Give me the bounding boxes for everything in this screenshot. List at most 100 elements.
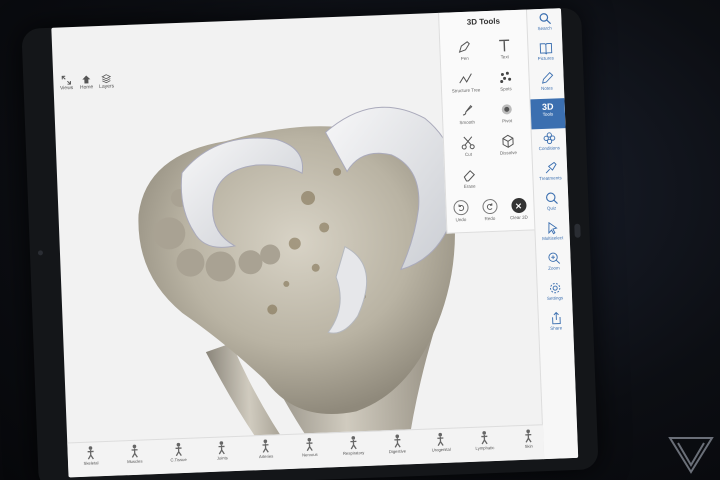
pen-icon xyxy=(458,41,470,53)
system-arteries-button[interactable]: Arteries xyxy=(250,438,281,469)
home-button xyxy=(574,223,581,238)
sidebar-label-share: Share xyxy=(550,325,563,331)
sidebar-label-pictures: Pictures xyxy=(537,55,555,62)
smooth-tool[interactable]: Smooth xyxy=(448,103,487,134)
system-label: Muscles xyxy=(127,458,143,465)
system-label: C.Tissue xyxy=(170,456,187,463)
3d-icon: 3D xyxy=(541,101,554,112)
erase-tool[interactable]: Erase xyxy=(450,167,489,198)
tools-panel-title: 3D Tools xyxy=(466,16,501,27)
layers-icon xyxy=(101,74,112,84)
camera-dot xyxy=(37,250,44,256)
redo-button[interactable]: Redo xyxy=(474,198,505,230)
sidebar-item-conditions[interactable]: Conditions xyxy=(532,128,567,159)
system-label: Urogenital xyxy=(431,446,451,453)
skin-icon xyxy=(525,429,532,443)
system-label: Lymphatic xyxy=(475,445,495,451)
system-urogenital-button[interactable]: Urogenital xyxy=(426,432,457,463)
system-label: Joints xyxy=(216,455,228,461)
photo-background: Views Home Layers 3D Tools Pen Text Stru… xyxy=(0,0,720,480)
undo-label: Undo xyxy=(455,216,467,223)
connective-icon xyxy=(175,442,182,457)
spots-tool[interactable]: Spots xyxy=(486,70,525,101)
system-label: Skeletal xyxy=(83,460,99,466)
undo-button[interactable]: Undo xyxy=(445,199,476,231)
pivot-tool[interactable]: Pivot xyxy=(488,102,527,133)
resize-icon xyxy=(61,75,72,85)
text-tool[interactable]: Text xyxy=(485,38,524,69)
home-label: Home xyxy=(79,84,94,91)
home-view-button[interactable]: Home xyxy=(79,74,94,95)
app-screen: Views Home Layers 3D Tools Pen Text Stru… xyxy=(51,8,579,478)
system-c-tissue-button[interactable]: C.Tissue xyxy=(163,442,194,473)
pen-tool[interactable]: Pen xyxy=(445,39,484,70)
clear-3d-button[interactable]: Clear 3D xyxy=(503,197,534,228)
system-label: Arteries xyxy=(258,453,274,460)
right-sidebar: Search Pictures Notes 3D Tools Condition… xyxy=(525,8,579,460)
views-label: Views xyxy=(59,84,74,92)
system-lymphatic-button[interactable]: Lymphatic xyxy=(469,430,500,461)
sidebar-item-pictures[interactable]: Pictures xyxy=(528,38,563,69)
tools-panel: 3D Tools Pen Text Structure Tree Spots S… xyxy=(438,9,536,234)
sidebar-label-quiz: Quiz xyxy=(546,205,557,211)
dissolve-label: Dissolve xyxy=(499,149,518,156)
cut-tool[interactable]: Cut xyxy=(449,135,488,166)
pivot-label: Pivot xyxy=(502,118,513,124)
system-muscles-button[interactable]: Muscles xyxy=(119,443,150,474)
dissolve-tool[interactable]: Dissolve xyxy=(489,134,528,165)
digestive-icon xyxy=(393,434,401,448)
sidebar-item-search[interactable]: Search xyxy=(527,8,562,39)
pen-label: Pen xyxy=(460,55,469,62)
book-icon xyxy=(539,42,552,55)
sidebar-label-conditions: Conditions xyxy=(538,145,561,152)
tablet-device: Views Home Layers 3D Tools Pen Text Stru… xyxy=(21,7,599,480)
text-icon xyxy=(499,39,510,52)
sidebar-label-treatments: Treatments xyxy=(539,175,562,182)
zoom-icon xyxy=(547,252,560,264)
views-button[interactable]: Views xyxy=(59,75,74,96)
redo-icon xyxy=(486,203,492,210)
spots-label: Spots xyxy=(500,86,512,92)
sidebar-label-notes: Notes xyxy=(541,85,553,92)
sidebar-item-quiz[interactable]: Quiz xyxy=(534,188,569,219)
knee-3d-model[interactable] xyxy=(104,72,488,466)
sidebar-item-multiselect[interactable]: Multiselect xyxy=(535,218,570,249)
respiratory-icon xyxy=(350,436,357,450)
muscles-icon xyxy=(131,444,138,458)
system-respiratory-button[interactable]: Respiratory xyxy=(338,435,369,466)
system-digestive-button[interactable]: Digestive xyxy=(382,433,413,464)
sidebar-label-settings: Settings xyxy=(546,295,564,301)
treatments-icon xyxy=(545,161,557,174)
sidebar-item-notes[interactable]: Notes xyxy=(529,68,564,99)
sidebar-item-tools[interactable]: 3D Tools xyxy=(530,98,566,130)
sidebar-item-share[interactable]: Share xyxy=(538,308,573,339)
system-joints-button[interactable]: Joints xyxy=(207,440,238,471)
lymphatic-icon xyxy=(481,431,488,445)
system-nervous-button[interactable]: Nervous xyxy=(294,437,325,468)
dots-icon xyxy=(500,71,512,84)
system-skin-button[interactable]: Skin xyxy=(513,428,544,459)
cut-label: Cut xyxy=(464,151,473,157)
joints-icon xyxy=(218,441,226,455)
redo-label: Redo xyxy=(484,215,496,222)
system-label: Respiratory xyxy=(342,450,365,456)
sidebar-label-tools: Tools xyxy=(542,111,554,117)
cube-icon xyxy=(502,134,514,148)
sidebar-label-search: Search xyxy=(537,25,552,32)
system-skeletal-button[interactable]: Skeletal xyxy=(75,445,106,476)
sidebar-item-zoom[interactable]: Zoom xyxy=(536,248,571,279)
system-label: Skin xyxy=(524,443,533,449)
system-label: Digestive xyxy=(388,448,407,455)
sidebar-label-zoom: Zoom xyxy=(548,265,560,271)
skeletal-icon xyxy=(87,446,94,460)
settings-icon xyxy=(549,283,560,294)
sidebar-item-treatments[interactable]: Treatments xyxy=(533,158,568,189)
sidebar-label-multiselect: Multiselect xyxy=(542,235,564,242)
structure-tree-tool[interactable]: Structure Tree xyxy=(446,71,485,102)
share-icon xyxy=(551,311,561,325)
undo-icon xyxy=(458,204,464,212)
sidebar-item-settings[interactable]: Settings xyxy=(537,278,572,309)
target-icon xyxy=(501,104,512,115)
clear-3d-label: Clear 3D xyxy=(509,214,528,221)
erase-label: Erase xyxy=(463,183,476,190)
